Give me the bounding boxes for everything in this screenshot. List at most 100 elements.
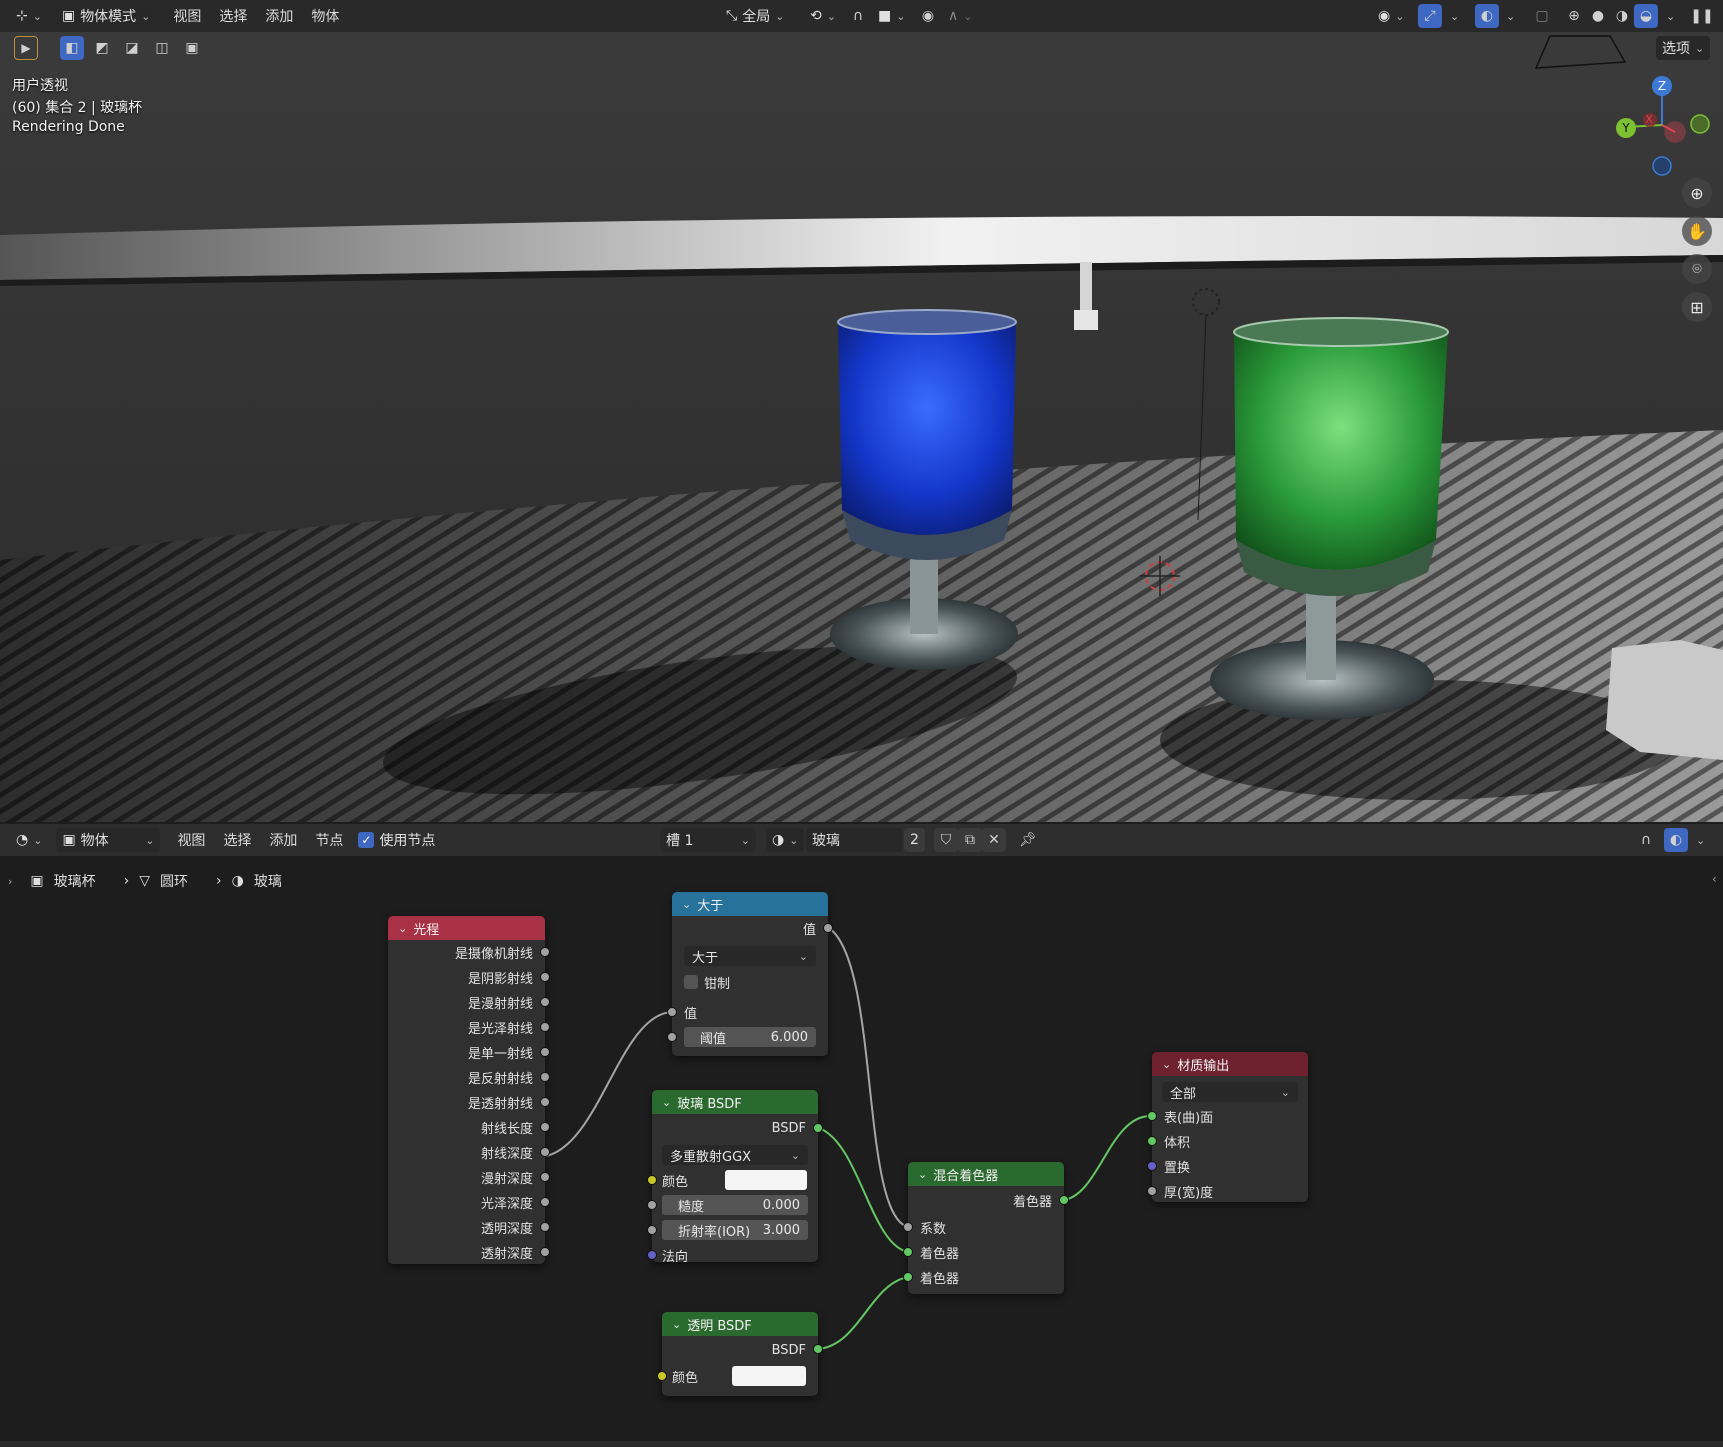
collapse-arrow-icon[interactable]: ⌄ — [662, 1096, 671, 1109]
node-transparent-bsdf[interactable]: ⌄ 透明 BSDF BSDF 颜色 — [657, 1312, 823, 1396]
node-header[interactable]: ⌄ 透明 BSDF — [662, 1312, 818, 1336]
editor-type-button[interactable]: ⊹ ⌄ — [10, 4, 48, 28]
thickness-socket[interactable] — [1147, 1186, 1157, 1196]
output-socket[interactable] — [540, 1097, 550, 1107]
threshold-socket[interactable] — [667, 1032, 677, 1042]
pivot-dropdown[interactable]: ⟲ ⌄ — [804, 4, 842, 28]
output-socket[interactable] — [540, 1247, 550, 1257]
pan-button[interactable]: ✋ — [1682, 216, 1712, 246]
shader2-socket[interactable] — [903, 1272, 913, 1282]
pause-render-button[interactable]: ❚❚ — [1690, 4, 1714, 28]
output-socket[interactable] — [823, 923, 833, 933]
shader-node-editor[interactable]: ◔ ⌄ ▣ 物体 ⌄ 视图 选择 添加 节点 ✓ 使用节点 槽 1 ⌄ ◑ ⌄ 玻璃… — [0, 824, 1723, 1447]
menu-select[interactable]: 选择 — [210, 6, 256, 26]
options-dropdown[interactable]: 选项 ⌄ — [1656, 36, 1711, 60]
input-value-socket[interactable] — [667, 1007, 677, 1017]
distribution-dropdown[interactable]: 多重散射GGX ⌄ — [662, 1145, 808, 1165]
shading-rendered[interactable]: ◒ — [1634, 4, 1658, 28]
volume-text: 体积 — [1164, 1135, 1191, 1151]
output-socket[interactable] — [540, 1122, 550, 1132]
menu-object[interactable]: 物体 — [302, 6, 348, 26]
output-socket[interactable] — [540, 947, 550, 957]
color-swatch[interactable] — [732, 1366, 806, 1386]
ior-socket[interactable] — [647, 1225, 657, 1235]
clamp-checkbox[interactable] — [684, 975, 698, 989]
roughness-field[interactable]: 糙度 0.000 — [662, 1195, 808, 1215]
gizmo-toggle[interactable]: ⤢ — [1418, 4, 1442, 28]
transform-orientation-dropdown[interactable]: ⤡ 全局 ⌄ — [720, 4, 790, 28]
select-subtract-button[interactable]: ◪ — [120, 36, 144, 60]
gizmo-axis-x[interactable]: X — [1641, 111, 1657, 127]
node-greater-than[interactable]: ⌄ 大于 值 大于 ⌄ 钳制 值 阈值 6.000 — [667, 892, 833, 1056]
normal-socket[interactable] — [647, 1250, 657, 1260]
node-header[interactable]: ⌄ 混合着色器 — [908, 1162, 1064, 1186]
overlay-dropdown[interactable]: ⌄ — [1500, 4, 1521, 28]
collapse-arrow-icon[interactable]: ⌄ — [672, 1318, 681, 1331]
node-light-path[interactable]: ⌄ 光程 是摄像机射线 是阴影射线 是漫射射线 是光泽射线 是单一射线 是反射射线 是透射射… — [388, 916, 550, 1264]
shading-solid[interactable]: ● — [1586, 4, 1610, 28]
node-material-output[interactable]: ⌄ 材质输出 全部 ⌄ 表(曲)面 体积 置换 厚(宽)度 — [1147, 1052, 1308, 1202]
shading-material[interactable]: ◑ — [1610, 4, 1634, 28]
shading-wireframe[interactable]: ⊕ — [1562, 4, 1586, 28]
displacement-label: 置换 — [1164, 1156, 1190, 1176]
output-socket[interactable] — [540, 997, 550, 1007]
output-socket[interactable] — [540, 1072, 550, 1082]
ortho-toggle-button[interactable]: ⊞ — [1682, 292, 1712, 322]
output-socket[interactable] — [813, 1344, 823, 1354]
operation-dropdown[interactable]: 大于 ⌄ — [684, 946, 816, 966]
node-header[interactable]: ⌄ 材质输出 — [1152, 1052, 1308, 1076]
node-glass-bsdf[interactable]: ⌄ 玻璃 BSDF BSDF 多重散射GGX ⌄ 颜色 糙度 0.000 折射率… — [647, 1090, 823, 1265]
collapse-arrow-icon[interactable]: ⌄ — [1162, 1058, 1171, 1071]
visibility-dropdown[interactable]: ◉ ⌄ — [1372, 4, 1410, 28]
zoom-button[interactable]: ⊕ — [1682, 178, 1712, 208]
output-socket[interactable] — [813, 1123, 823, 1133]
menu-view[interactable]: 视图 — [164, 6, 210, 26]
xray-toggle[interactable]: ▢ — [1530, 4, 1554, 28]
ior-field[interactable]: 折射率(IOR) 3.000 — [662, 1220, 808, 1240]
output-socket[interactable] — [540, 1197, 550, 1207]
3d-viewport[interactable]: ⊹ ⌄ ▣ 物体模式 ⌄ 视图 选择 添加 物体 ⤡ 全局 ⌄ ⟲ ⌄ ∩ ■ ⌄ ◉… — [0, 0, 1723, 822]
node-header[interactable]: ⌄ 玻璃 BSDF — [652, 1090, 818, 1114]
snap-target-dropdown[interactable]: ■ ⌄ — [872, 4, 911, 28]
select-new-button[interactable]: ◧ — [60, 36, 84, 60]
volume-socket[interactable] — [1147, 1136, 1157, 1146]
node-header[interactable]: ⌄ 大于 — [672, 892, 828, 916]
color-socket[interactable] — [647, 1175, 657, 1185]
surface-socket[interactable] — [1147, 1111, 1157, 1121]
menu-add[interactable]: 添加 — [256, 6, 302, 26]
roughness-socket[interactable] — [647, 1200, 657, 1210]
gizmo-dropdown[interactable]: ⌄ — [1444, 4, 1465, 28]
node-mix-shader[interactable]: ⌄ 混合着色器 着色器 系数 着色器 着色器 — [903, 1162, 1069, 1294]
shader1-socket[interactable] — [903, 1247, 913, 1257]
select-extend-button[interactable]: ◩ — [90, 36, 114, 60]
camera-view-button[interactable]: ⌾ — [1682, 254, 1712, 284]
falloff-dropdown[interactable]: ∧ ⌄ — [942, 4, 978, 28]
color-swatch[interactable] — [725, 1170, 807, 1190]
select-invert-button[interactable]: ◫ — [150, 36, 174, 60]
mode-dropdown[interactable]: ▣ 物体模式 ⌄ — [55, 4, 157, 28]
overlay-toggle[interactable]: ◐ — [1475, 4, 1499, 28]
collapse-arrow-icon[interactable]: ⌄ — [398, 922, 407, 935]
node-header[interactable]: ⌄ 光程 — [388, 916, 545, 940]
snap-toggle[interactable]: ∩ — [846, 4, 870, 28]
output-socket[interactable] — [540, 1147, 550, 1157]
select-intersect-button[interactable]: ▣ — [180, 36, 204, 60]
output-socket[interactable] — [540, 972, 550, 982]
gizmo-axis-z[interactable]: Z — [1652, 76, 1672, 96]
select-tool-button[interactable]: ▶ — [14, 36, 38, 60]
proportional-edit-toggle[interactable]: ◉ — [916, 4, 940, 28]
output-socket[interactable] — [540, 1047, 550, 1057]
threshold-field[interactable]: 阈值 6.000 — [684, 1027, 816, 1047]
output-socket[interactable] — [540, 1022, 550, 1032]
output-socket[interactable] — [1059, 1195, 1069, 1205]
shading-dropdown[interactable]: ⌄ — [1660, 4, 1681, 28]
output-socket[interactable] — [540, 1222, 550, 1232]
displacement-socket[interactable] — [1147, 1161, 1157, 1171]
gizmo-axis-y[interactable]: Y — [1616, 118, 1636, 138]
fac-socket[interactable] — [903, 1222, 913, 1232]
collapse-arrow-icon[interactable]: ⌄ — [918, 1168, 927, 1181]
target-dropdown[interactable]: 全部 ⌄ — [1162, 1082, 1298, 1102]
collapse-arrow-icon[interactable]: ⌄ — [682, 898, 691, 911]
output-socket[interactable] — [540, 1172, 550, 1182]
color-socket[interactable] — [657, 1371, 667, 1381]
